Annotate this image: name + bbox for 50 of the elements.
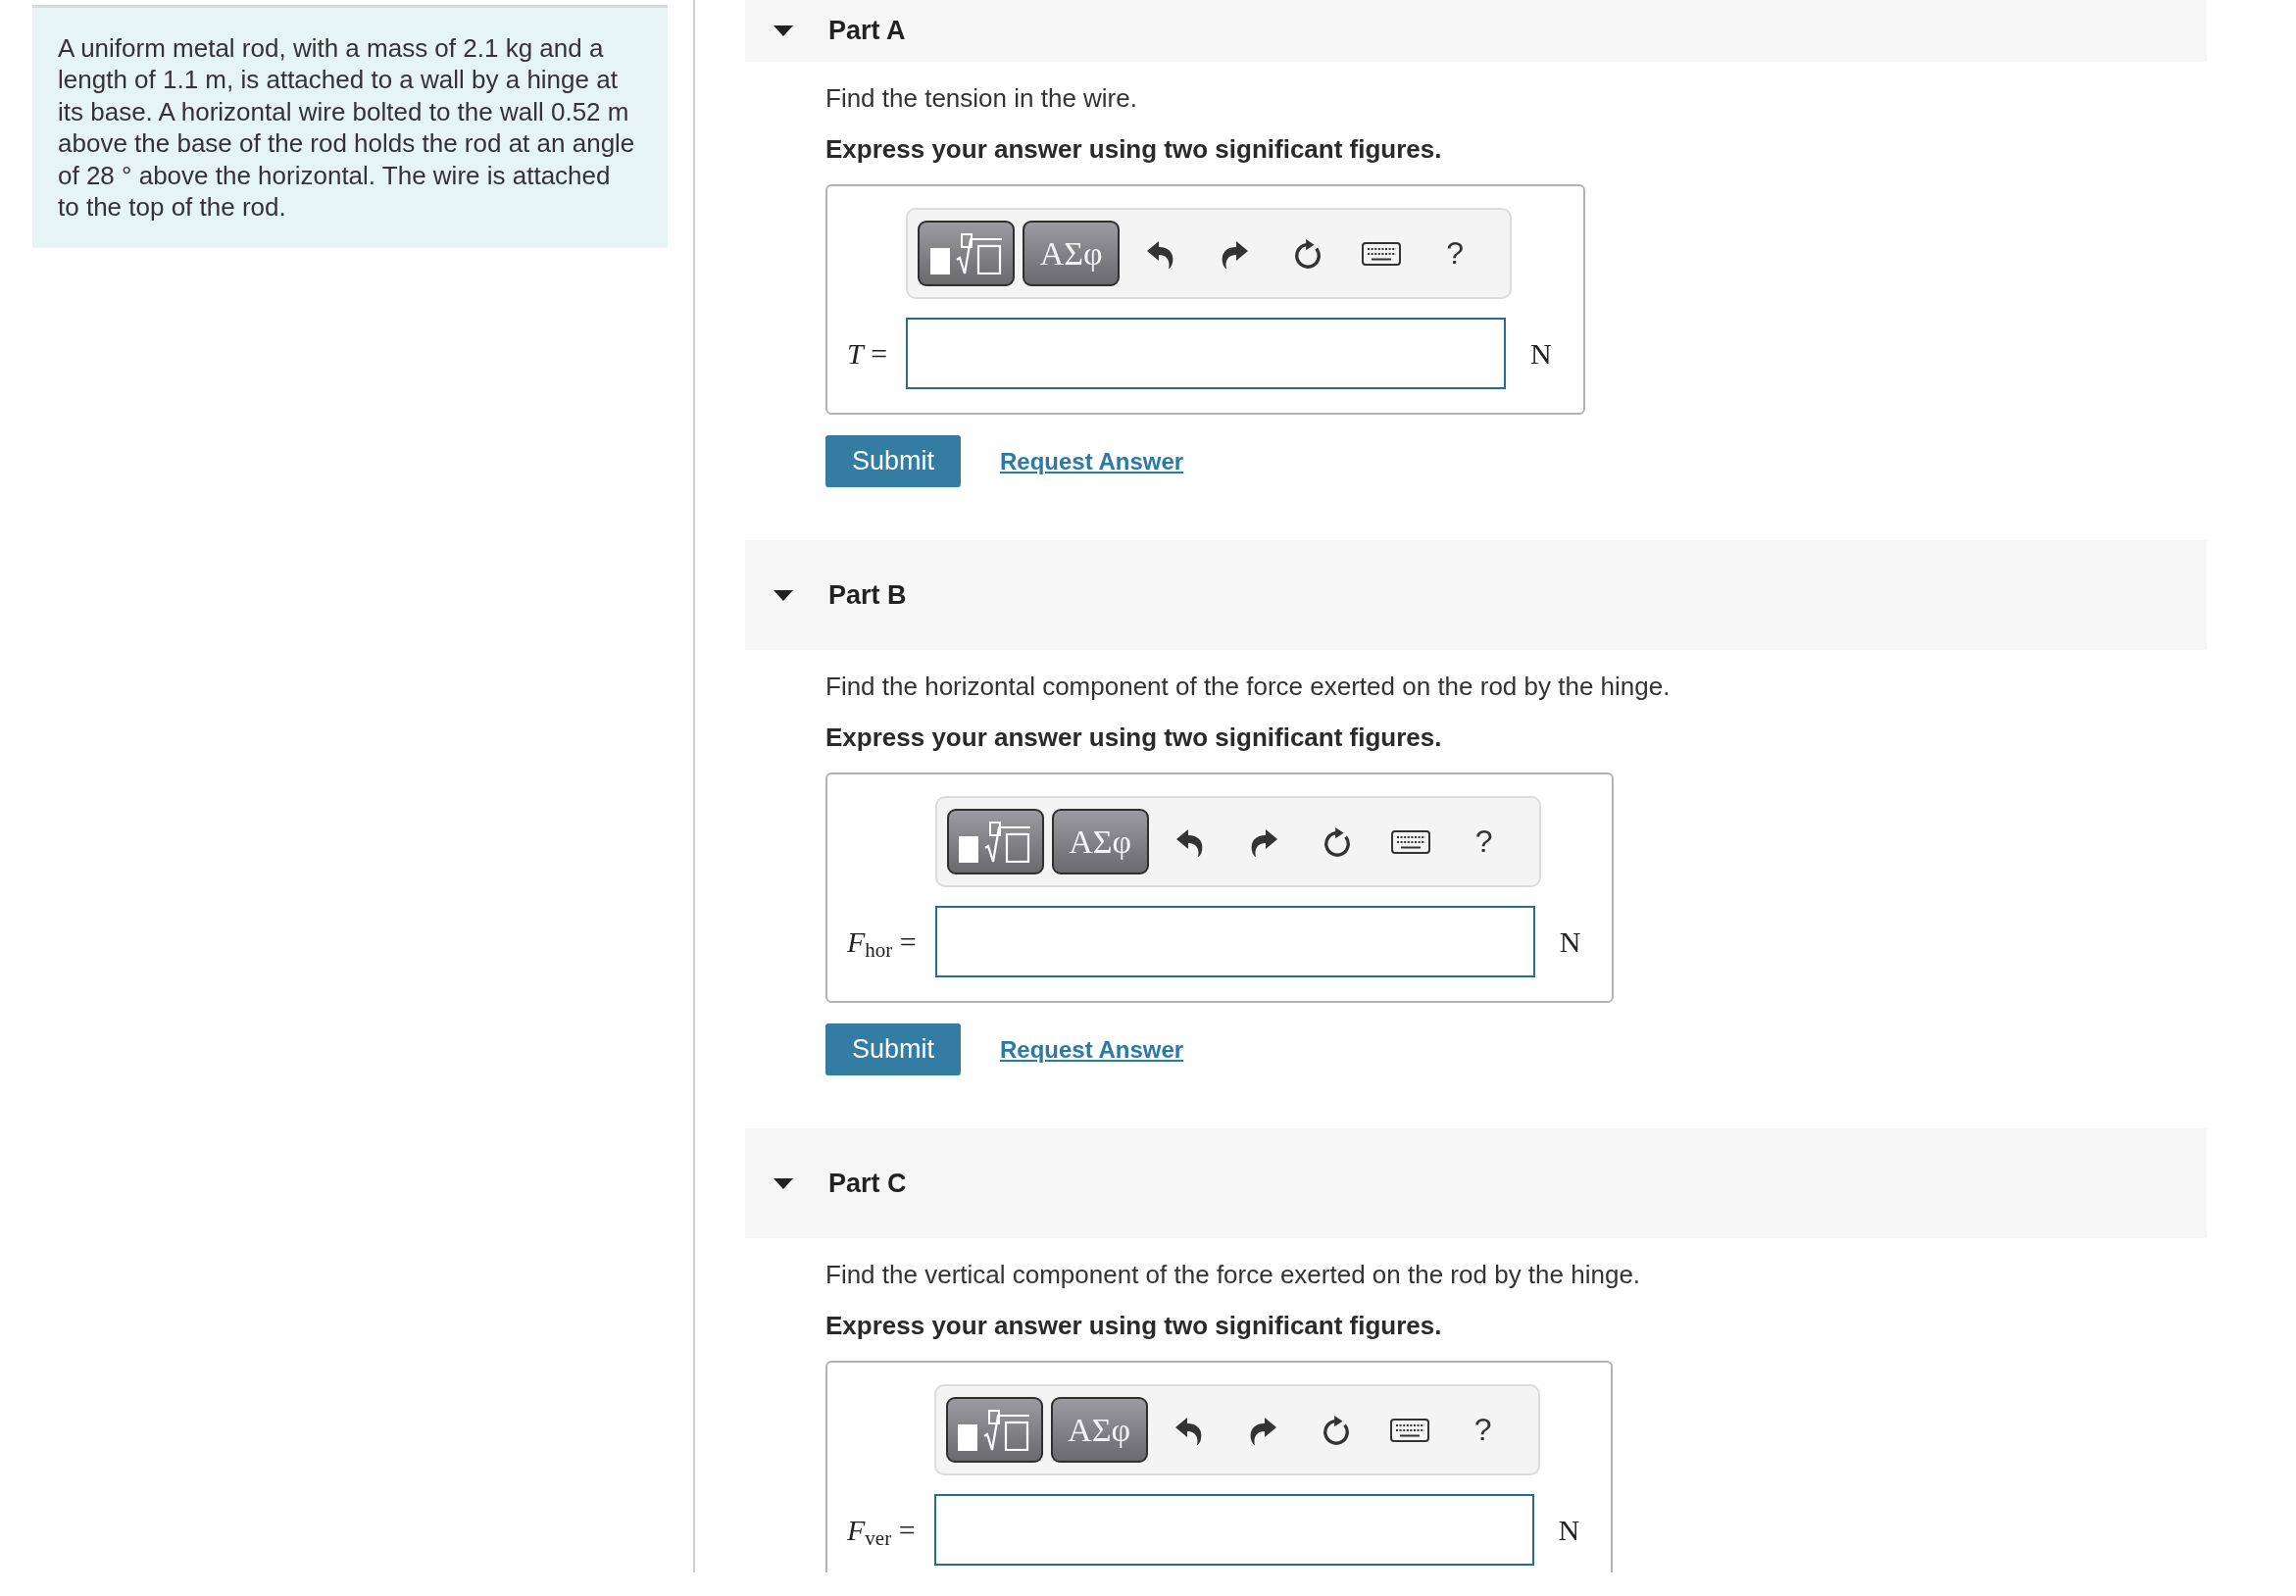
greek-symbols-button[interactable]: ΑΣφ	[1023, 221, 1121, 286]
request-answer-link[interactable]: Request Answer	[1000, 1035, 1184, 1064]
undo-icon	[1175, 826, 1204, 857]
help-button[interactable]: ?	[1462, 820, 1506, 864]
instruction-text: Express your answer using two significant figures.	[825, 722, 1443, 753]
help-button[interactable]: ?	[1461, 1408, 1505, 1452]
question-text: Find the vertical component of the force exerted on the rod by the hinge.	[825, 1259, 1642, 1290]
instruction-text: Express your answer using two significant figures.	[825, 1310, 1443, 1341]
part-title: Part C	[828, 1168, 907, 1199]
caret-icon[interactable]	[774, 25, 793, 36]
request-answer-link[interactable]: Request Answer	[1000, 447, 1184, 475]
answer-field[interactable]	[934, 906, 1535, 977]
root-template-icon	[958, 1409, 1031, 1451]
root-template-icon	[959, 821, 1032, 863]
redo-icon	[1248, 1415, 1276, 1445]
part-title: Part A	[828, 16, 906, 46]
reset-icon	[1293, 237, 1323, 270]
unit-label: N	[1530, 336, 1552, 371]
redo-icon	[1221, 238, 1249, 269]
unit-label: N	[1559, 924, 1581, 959]
undo-icon	[1174, 1415, 1203, 1445]
caret-icon[interactable]	[774, 1177, 793, 1189]
answer-field[interactable]	[933, 1494, 1534, 1566]
caret-icon[interactable]	[774, 589, 793, 601]
undo-icon	[1147, 238, 1175, 269]
submit-button[interactable]: Submit	[825, 435, 961, 487]
question-text: Find the horizontal component of the force exerted on the rod by the hinge.	[825, 671, 1672, 702]
answer-label: F$_{hor}$ =	[847, 924, 917, 959]
root-template-icon	[929, 232, 1003, 274]
reset-icon	[1322, 825, 1352, 858]
answer-label: T =	[847, 336, 888, 371]
greek-symbols-button[interactable]: ΑΣφ	[1051, 809, 1149, 874]
templates-button[interactable]	[945, 1397, 1043, 1463]
instruction-text: Express your answer using two significant figures.	[825, 133, 1443, 165]
templates-button[interactable]	[946, 809, 1044, 874]
part-title: Part B	[828, 579, 907, 611]
redo-icon	[1249, 826, 1277, 857]
keyboard-icon	[1362, 241, 1402, 266]
question-text: Find the tension in the wire.	[825, 82, 1138, 114]
keyboard-icon	[1390, 829, 1430, 854]
reset-icon	[1321, 1414, 1351, 1446]
help-button[interactable]: ?	[1433, 231, 1477, 275]
templates-button[interactable]	[918, 221, 1016, 286]
unit-label: N	[1558, 1513, 1580, 1547]
answer-label: F$_{ver}$ =	[847, 1513, 916, 1547]
submit-button[interactable]: Submit	[825, 1023, 961, 1075]
greek-symbols-button[interactable]: ΑΣφ	[1050, 1397, 1148, 1463]
problem-text: A uniform metal rod, with a mass of 2.1 kg and a length of 1.1 m, is attached to a wall by a hinge at its base. A horizontal wire bolted to the wall 0.52 m above the base of the rod holds the rod at an angle of 28 ° above the horizontal. The wire is attached to the top of the rod.	[58, 32, 636, 224]
keyboard-icon	[1389, 1418, 1429, 1442]
answer-field[interactable]	[906, 318, 1507, 389]
